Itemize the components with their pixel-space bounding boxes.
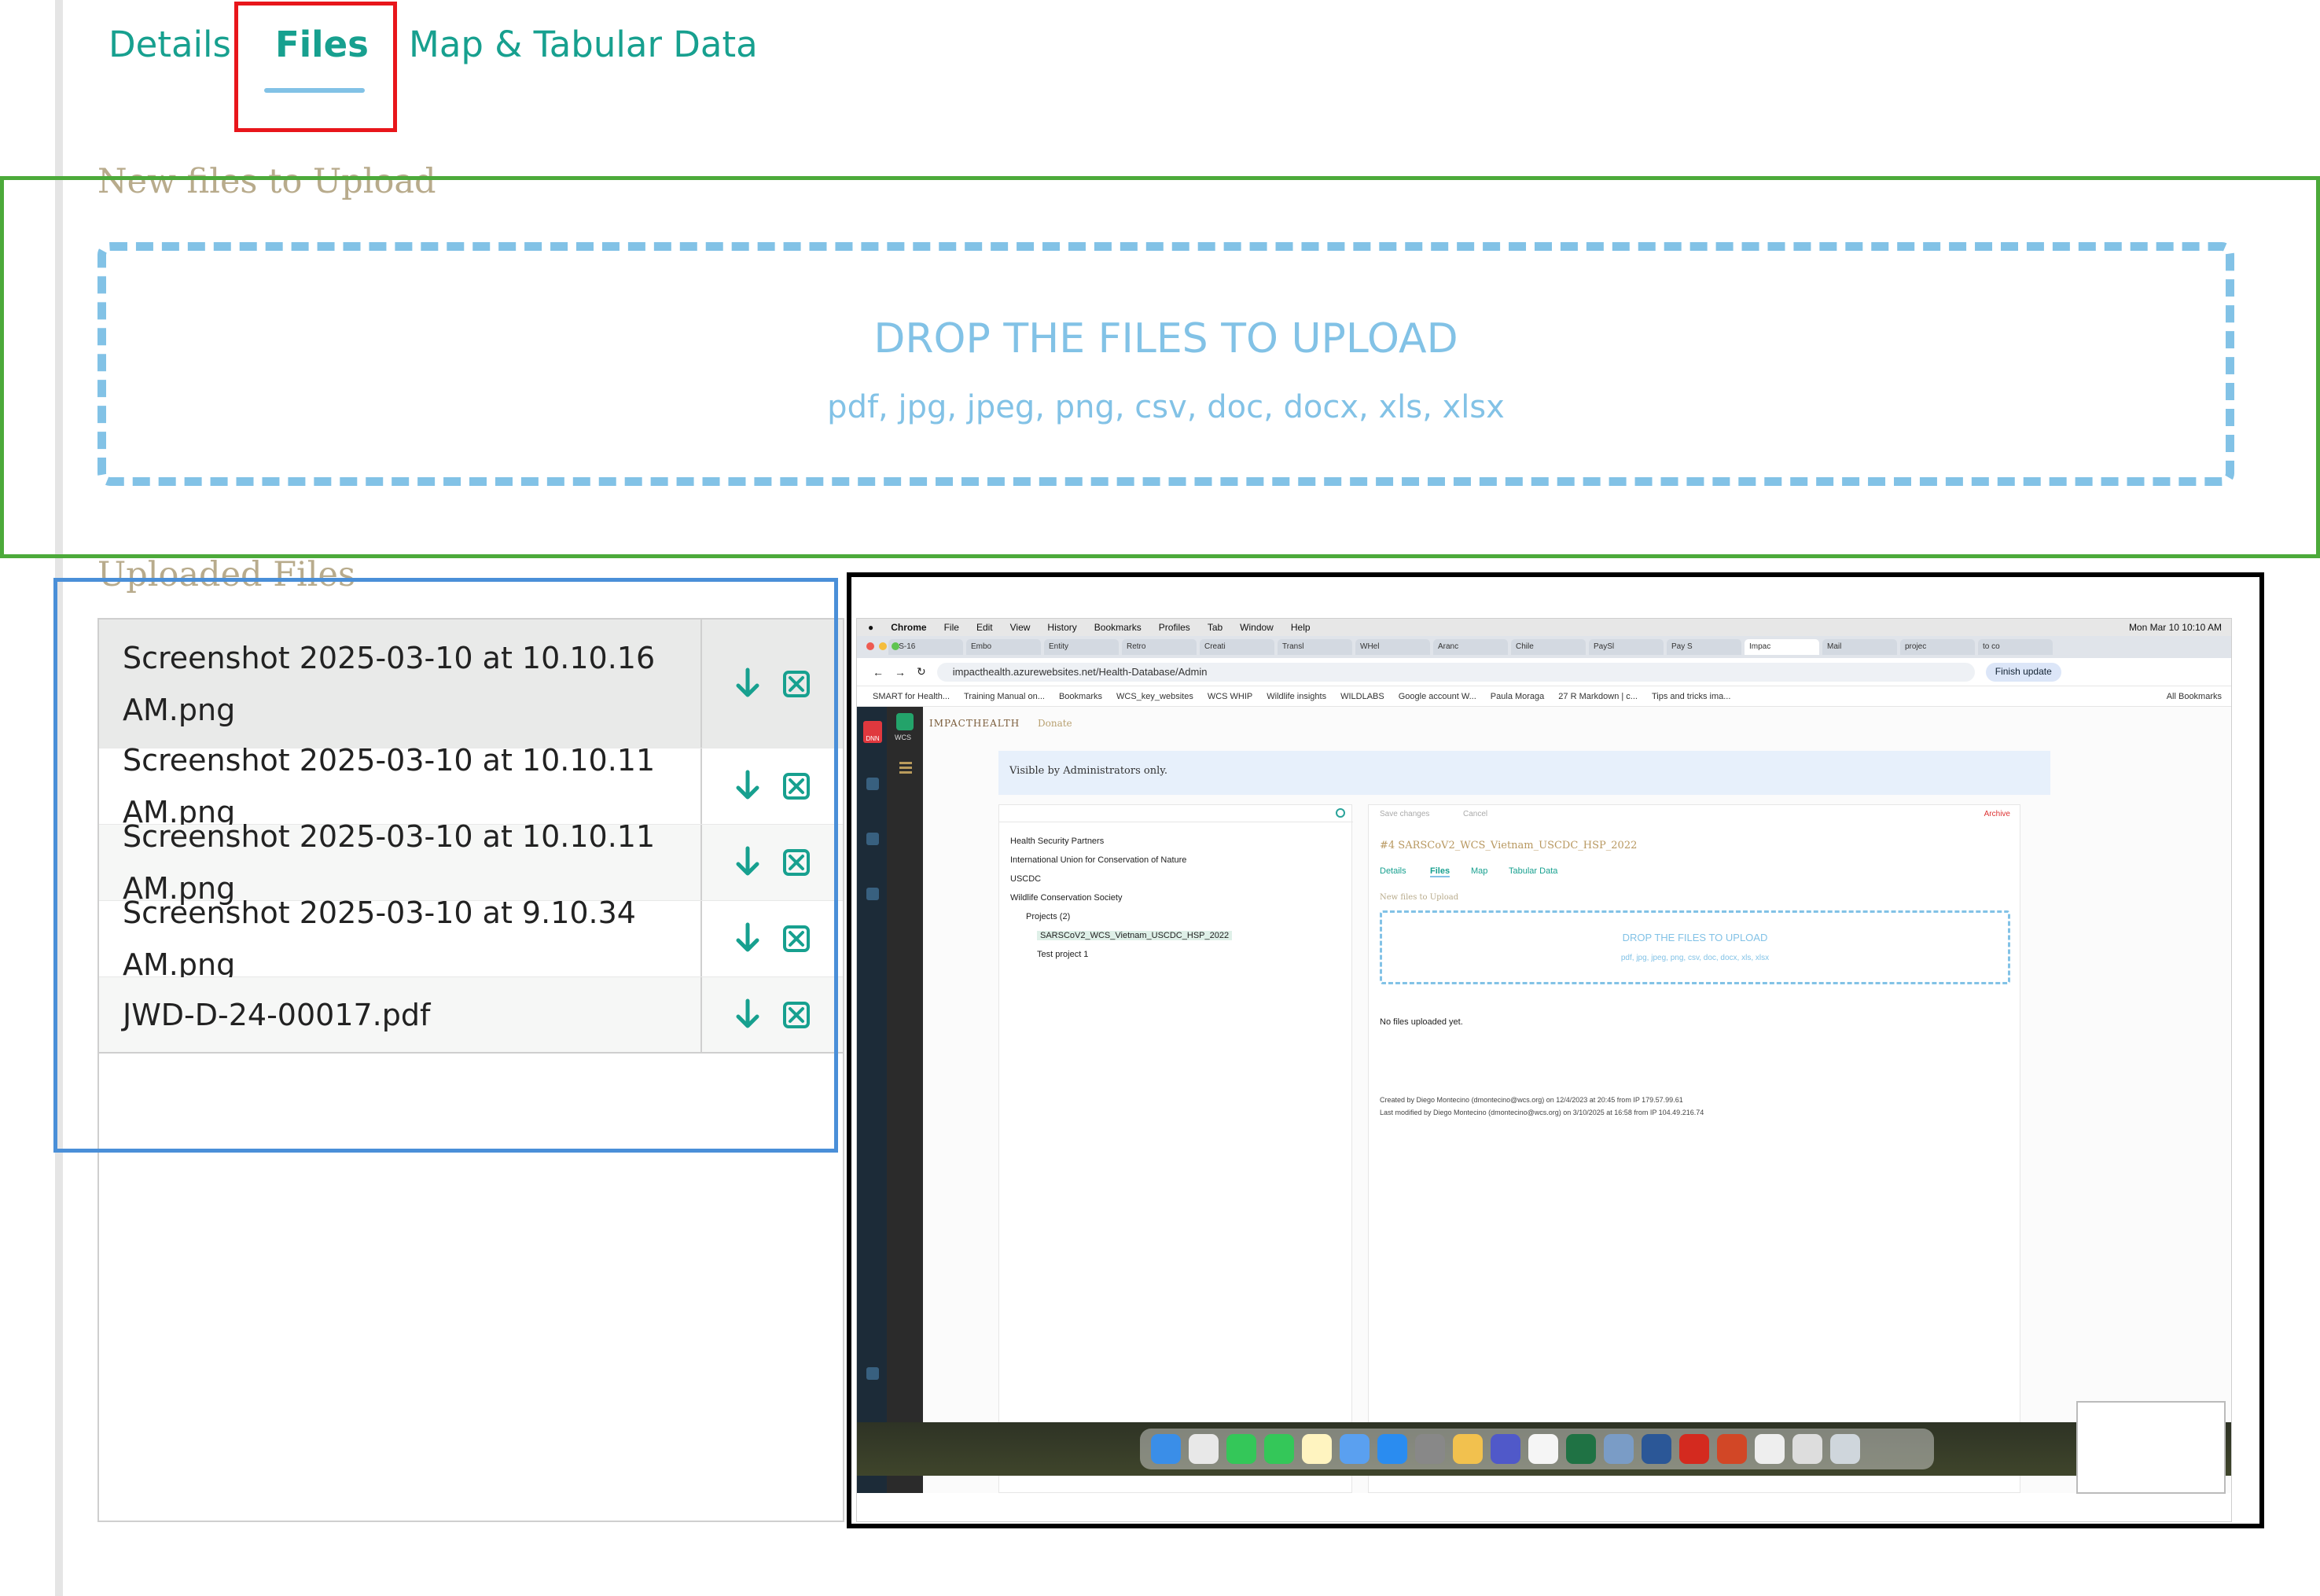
highlight-dropzone xyxy=(0,176,2320,558)
tab-details[interactable]: Details xyxy=(108,24,231,65)
highlight-embedded-screenshot xyxy=(847,572,2264,1528)
highlight-files-tab xyxy=(234,2,397,132)
tab-map-tabular-data[interactable]: Map & Tabular Data xyxy=(409,24,758,65)
highlight-uploaded-files xyxy=(53,578,838,1153)
